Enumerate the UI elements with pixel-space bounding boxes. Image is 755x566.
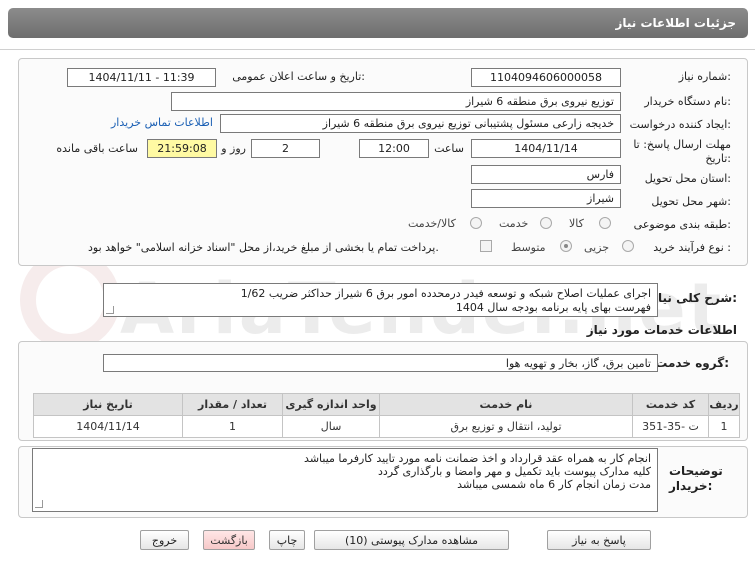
category-option-goods-service: کالا/خدمت: [408, 217, 456, 230]
service-group-label: گروه خدمت:: [655, 356, 729, 370]
days-field: 2: [251, 139, 320, 158]
remaining-time-field: 21:59:08: [147, 139, 217, 158]
category-radio-service[interactable]: [540, 217, 552, 229]
buyer-contact-link[interactable]: اطلاعات تماس خریدار: [111, 116, 213, 129]
announce-label: تاریخ و ساعت اعلان عمومی:: [232, 70, 365, 83]
col-date: تاریخ نیاز: [33, 393, 183, 416]
notes-line-3: مدت زمان انجام کار 6 ماه شمسی میباشد: [457, 478, 651, 491]
city-label: شهر محل تحویل:: [651, 195, 731, 208]
cell-date: 1404/11/14: [33, 415, 183, 438]
cell-code: ت -35-351: [632, 415, 709, 438]
cell-index: 1: [708, 415, 740, 438]
page-title: جزئیات اطلاعات نیاز: [8, 8, 748, 38]
print-button[interactable]: چاپ: [269, 530, 305, 550]
services-section-title: اطلاعات خدمات مورد نیاز: [586, 323, 737, 337]
deadline-date-field: 1404/11/14: [471, 139, 621, 158]
payment-note: پرداخت تمام یا بخشی از مبلغ خرید،از محل …: [88, 241, 439, 254]
notes-line-1: انجام کار به همراه عقد قرارداد و اخذ ضما…: [304, 452, 651, 465]
category-option-service: خدمت: [499, 217, 529, 230]
announce-field: 1404/11/11 - 11:39: [67, 68, 216, 87]
summary-label: شرح کلی نیاز:: [651, 291, 737, 305]
category-option-goods: کالا: [569, 217, 584, 230]
category-label: طبقه بندی موضوعی:: [633, 218, 731, 231]
cell-name: تولید، انتقال و توزیع برق: [379, 415, 633, 438]
summary-resize-handle[interactable]: [106, 306, 114, 314]
province-label: استان محل تحویل:: [644, 172, 731, 185]
process-option-minor: جزیی: [584, 241, 610, 254]
notes-line-2: کلیه مدارک پیوست باید تکمیل و مهر وامضا …: [377, 465, 651, 478]
notes-label: توضیحات خریدار:: [669, 464, 723, 493]
summary-line-2: فهرست بهای پایه برنامه بودجه سال 1404: [455, 301, 651, 314]
creator-label: ایجاد کننده درخواست:: [629, 118, 731, 131]
table-row: 1 ت -35-351 تولید، انتقال و توزیع برق سا…: [33, 415, 740, 438]
days-label: روز و: [221, 142, 246, 155]
col-index: ردیف: [708, 393, 740, 416]
cell-unit: سال: [282, 415, 380, 438]
buyer-field: توزیع نیروی برق منطقه 6 شیراز: [171, 92, 621, 111]
deadline-time-field: 12:00: [359, 139, 429, 158]
process-radio-minor[interactable]: [622, 240, 634, 252]
cell-qty: 1: [182, 415, 283, 438]
buyer-label: نام دستگاه خریدار:: [644, 95, 731, 108]
summary-textarea: اجرای عملیات اصلاح شبکه و توسعه فیدر درم…: [103, 283, 658, 317]
process-option-medium: متوسط: [511, 241, 546, 254]
summary-line-1: اجرای عملیات اصلاح شبکه و توسعه فیدر درم…: [240, 287, 651, 300]
notes-textarea: انجام کار به همراه عقد قرارداد و اخذ ضما…: [32, 448, 658, 512]
exit-button[interactable]: خروج: [140, 530, 189, 550]
province-field: فارس: [471, 165, 621, 184]
need-number-label: شماره نیاز:: [678, 70, 731, 83]
need-number-field: 1104094606000058: [471, 68, 621, 87]
category-radio-goods[interactable]: [599, 217, 611, 229]
process-radio-medium[interactable]: [560, 240, 572, 252]
services-table-header: ردیف کد خدمت نام خدمت واحد اندازه گیری ت…: [33, 393, 740, 416]
deadline-label: مهلت ارسال پاسخ: تا تاریخ:: [633, 138, 731, 165]
col-unit: واحد اندازه گیری: [282, 393, 380, 416]
page-header: جزئیات اطلاعات نیاز: [0, 0, 755, 50]
services-table: ردیف کد خدمت نام خدمت واحد اندازه گیری ت…: [33, 393, 740, 438]
reply-button[interactable]: پاسخ به نیاز: [547, 530, 651, 550]
col-code: کد خدمت: [632, 393, 709, 416]
process-label: نوع فرآیند خرید :: [653, 241, 731, 254]
col-name: نام خدمت: [379, 393, 633, 416]
attachments-button[interactable]: مشاهده مدارک پیوستی (10): [314, 530, 509, 550]
notes-resize-handle[interactable]: [35, 500, 43, 508]
creator-field: خدیجه زارعی مسئول پشتیبانی توزیع نیروی ب…: [220, 114, 621, 133]
city-field: شیراز: [471, 189, 621, 208]
back-button[interactable]: بازگشت: [203, 530, 255, 550]
deadline-time-label: ساعت: [434, 142, 464, 155]
col-qty: تعداد / مقدار: [182, 393, 283, 416]
service-group-field: تامین برق، گاز، بخار و تهویه هوا: [103, 354, 658, 372]
treasury-checkbox[interactable]: [480, 240, 492, 252]
remaining-label: ساعت باقی مانده: [56, 142, 138, 155]
category-radio-goods-service[interactable]: [470, 217, 482, 229]
